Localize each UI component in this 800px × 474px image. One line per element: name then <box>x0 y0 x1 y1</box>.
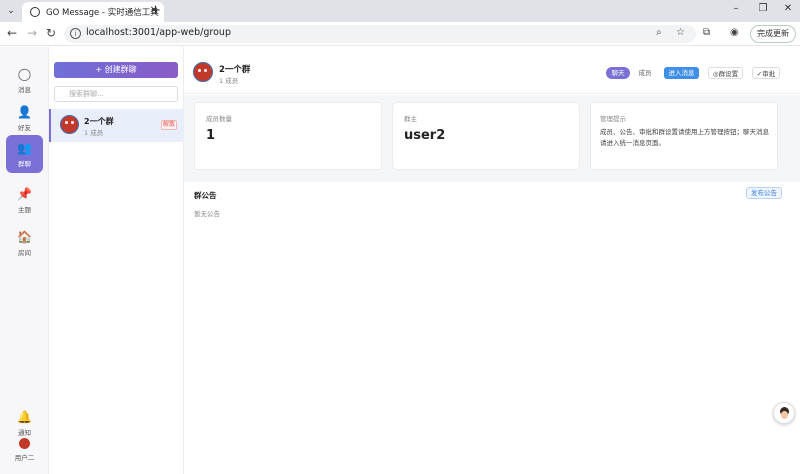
tab-chat[interactable]: 聊天 <box>606 67 630 79</box>
assistant-avatar-button[interactable] <box>773 402 795 424</box>
nav-label: 房间 <box>18 249 31 257</box>
extensions-icon[interactable]: ⧉ <box>703 27 710 38</box>
enter-messages-button[interactable]: 进入消息 <box>664 67 699 79</box>
tab-members[interactable]: 成员 <box>633 67 657 79</box>
owner-card: 群主 user2 <box>392 102 580 170</box>
card-text: 成员、公告、审批和群设置请使用上方管理按钮；聊天消息请进入统一消息页面。 <box>600 128 769 147</box>
update-button[interactable]: 完成更新 <box>750 25 796 43</box>
app-root: ◯ 消息 👤 好友 👥 群聊 📌 主题 🏠 房间 🔔 通知 用户二 + 创建群聊… <box>0 47 800 474</box>
nav-sidebar: ◯ 消息 👤 好友 👥 群聊 📌 主题 🏠 房间 🔔 通知 用户二 <box>0 47 49 474</box>
admin-tip-card: 管理提示 成员、公告、审批和群设置请使用上方管理按钮；聊天消息请进入统一消息页面… <box>590 102 778 170</box>
nav-item-friends[interactable]: 👤 好友 <box>6 99 43 137</box>
bookmark-star-icon[interactable]: ☆ <box>676 27 685 38</box>
member-count-card: 成员数量 1 <box>194 102 382 170</box>
empty-state-text: 暂无公告 <box>194 210 220 218</box>
browser-tab[interactable]: GO Message - 实时通信工具 ✕ <box>22 2 164 22</box>
group-name: 2一个群 <box>84 117 114 126</box>
publish-announcement-button[interactable]: 发布公告 <box>746 187 782 199</box>
nav-item-rooms[interactable]: 🏠 房间 <box>6 224 43 262</box>
pin-icon: 📌 <box>17 187 32 201</box>
group-settings-button[interactable]: ◎群设置 <box>708 67 743 79</box>
browser-toolbar: ← → ↻ i localhost:3001/app-web/group ⌕ ☆… <box>0 22 800 46</box>
group-icon: 👥 <box>17 141 32 155</box>
card-value: 1 <box>206 128 216 143</box>
address-bar[interactable]: i localhost:3001/app-web/group ⌕ ☆ <box>64 25 696 43</box>
nav-item-user[interactable]: 用户二 <box>6 434 43 464</box>
nav-item-notifications[interactable]: 🔔 通知 <box>6 404 43 437</box>
group-member-count: 1 成员 <box>84 129 104 137</box>
bell-icon: 🔔 <box>17 410 32 424</box>
site-info-icon[interactable]: i <box>70 28 81 39</box>
review-button[interactable]: ✓审批 <box>752 67 780 79</box>
announcement-section: 群公告 发布公告 暂无公告 <box>184 182 800 474</box>
dissolve-button[interactable]: 解散 <box>161 120 177 130</box>
back-icon[interactable]: ← <box>5 26 19 40</box>
reload-icon[interactable]: ↻ <box>44 26 58 40</box>
member-count: 1 成员 <box>219 77 239 85</box>
nav-label: 好友 <box>18 124 31 132</box>
card-label: 群主 <box>404 115 417 123</box>
minimize-icon[interactable]: – <box>728 3 744 14</box>
nav-label: 用户二 <box>14 454 35 462</box>
main-content: 2一个群 1 成员 聊天 成员 进入消息 ◎群设置 ✓审批 成员数量 1 群主 … <box>184 47 800 474</box>
forward-icon[interactable]: → <box>25 26 39 40</box>
close-window-icon[interactable]: ✕ <box>780 3 796 14</box>
chat-bubble-icon: ◯ <box>17 67 32 81</box>
section-title: 群公告 <box>194 191 217 200</box>
globe-icon <box>30 7 40 17</box>
avatar <box>193 62 213 82</box>
nav-item-groups[interactable]: 👥 群聊 <box>6 135 43 173</box>
tab-search-icon[interactable]: ⌄ <box>5 5 17 17</box>
nav-label: 群聊 <box>18 160 31 168</box>
stats-section: 成员数量 1 群主 user2 管理提示 成员、公告、审批和群设置请使用上方管理… <box>184 95 800 182</box>
nav-label: 主题 <box>18 206 31 214</box>
group-header: 2一个群 1 成员 聊天 成员 进入消息 ◎群设置 ✓审批 <box>184 47 800 94</box>
tab-title: GO Message - 实时通信工具 <box>46 8 159 18</box>
browser-tabbar: ⌄ GO Message - 实时通信工具 ✕ + – ❐ ✕ <box>0 0 800 22</box>
nav-item-messages[interactable]: ◯ 消息 <box>6 61 43 99</box>
avatar <box>19 438 30 449</box>
card-label: 成员数量 <box>206 115 232 123</box>
create-group-button[interactable]: + 创建群聊 <box>54 62 178 78</box>
page-title: 2一个群 <box>219 65 251 75</box>
zoom-icon[interactable]: ⌕ <box>656 27 662 38</box>
list-item[interactable]: 2一个群 1 成员 解散 <box>49 109 184 142</box>
card-label: 管理提示 <box>600 115 626 123</box>
new-tab-button[interactable]: + <box>150 3 161 18</box>
group-list-panel: + 创建群聊 2一个群 1 成员 解散 <box>49 47 184 474</box>
nav-item-topics[interactable]: 📌 主题 <box>6 181 43 219</box>
group-search-input[interactable] <box>54 86 178 102</box>
person-icon: 👤 <box>17 105 32 119</box>
profile-icon[interactable]: ◉ <box>730 27 739 38</box>
house-icon: 🏠 <box>17 230 32 244</box>
avatar <box>60 115 79 134</box>
nav-label: 消息 <box>18 86 31 94</box>
restore-icon[interactable]: ❐ <box>755 3 771 14</box>
card-value: user2 <box>404 128 446 143</box>
url-text[interactable]: localhost:3001/app-web/group <box>86 27 231 38</box>
